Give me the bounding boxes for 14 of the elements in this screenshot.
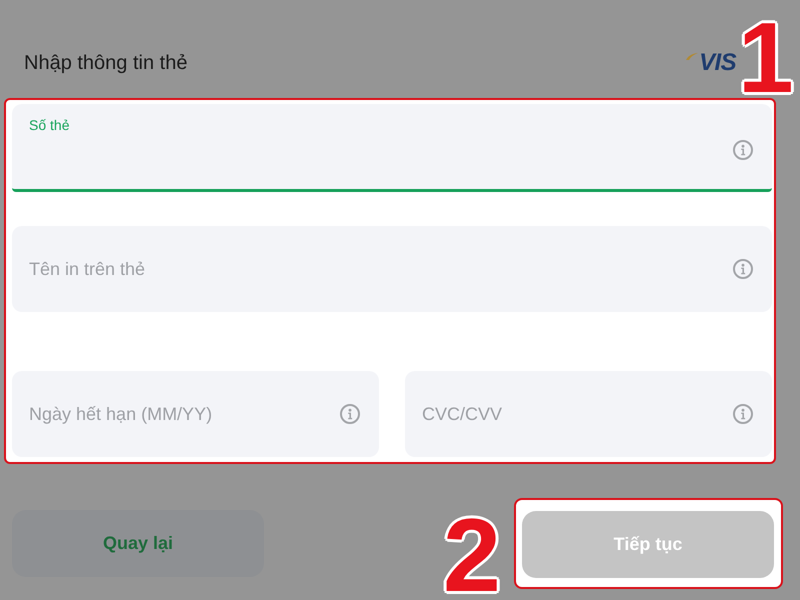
step-number: 1 bbox=[738, 20, 794, 96]
page-title: Nhập thông tin thẻ bbox=[24, 53, 188, 73]
input-field[interactable]: Số thẻ bbox=[12, 104, 772, 192]
swoosh-icon bbox=[686, 53, 698, 60]
input-field[interactable]: Ngày hết hạn (MM/YY) bbox=[12, 371, 379, 457]
info-icon[interactable] bbox=[733, 404, 753, 424]
back-button[interactable]: Quay lại bbox=[12, 510, 264, 577]
info-icon[interactable] bbox=[733, 259, 753, 279]
input-field[interactable]: CVC/CVV bbox=[405, 371, 772, 457]
info-icon[interactable] bbox=[733, 140, 753, 160]
input-field[interactable]: Tên in trên thẻ bbox=[12, 226, 772, 312]
card-brand-logo: VIS bbox=[699, 51, 736, 75]
info-icon[interactable] bbox=[340, 404, 360, 424]
step-number: 2 bbox=[443, 517, 501, 595]
